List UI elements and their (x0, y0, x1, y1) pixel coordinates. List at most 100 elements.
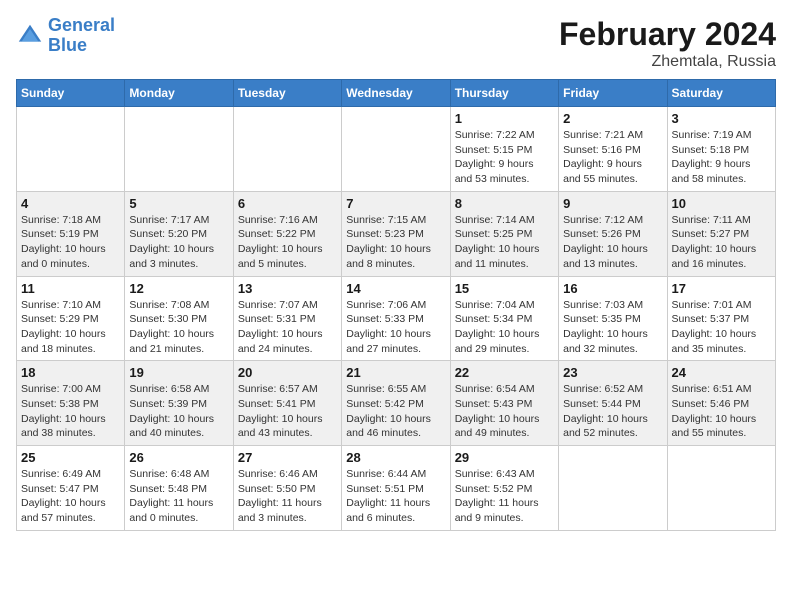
day-info: Sunrise: 7:11 AMSunset: 5:27 PMDaylight:… (672, 213, 771, 272)
calendar-cell: 15 Sunrise: 7:04 AMSunset: 5:34 PMDayligh… (450, 276, 558, 361)
day-info: Sunrise: 6:43 AMSunset: 5:52 PMDaylight:… (455, 467, 554, 526)
calendar-cell: 20 Sunrise: 6:57 AMSunset: 5:41 PMDayligh… (233, 361, 341, 446)
day-info: Sunrise: 6:55 AMSunset: 5:42 PMDaylight:… (346, 382, 445, 441)
calendar-cell: 28 Sunrise: 6:44 AMSunset: 5:51 PMDayligh… (342, 446, 450, 531)
day-number: 27 (238, 450, 337, 465)
calendar-cell (233, 107, 341, 192)
day-number: 20 (238, 365, 337, 380)
day-info: Sunrise: 7:16 AMSunset: 5:22 PMDaylight:… (238, 213, 337, 272)
month-title: February 2024 (559, 16, 776, 53)
day-number: 18 (21, 365, 120, 380)
calendar-cell (559, 446, 667, 531)
day-info: Sunrise: 7:15 AMSunset: 5:23 PMDaylight:… (346, 213, 445, 272)
day-number: 2 (563, 111, 662, 126)
day-info: Sunrise: 7:04 AMSunset: 5:34 PMDaylight:… (455, 298, 554, 357)
calendar-cell (17, 107, 125, 192)
calendar-cell: 11 Sunrise: 7:10 AMSunset: 5:29 PMDayligh… (17, 276, 125, 361)
calendar-cell: 21 Sunrise: 6:55 AMSunset: 5:42 PMDayligh… (342, 361, 450, 446)
day-number: 15 (455, 281, 554, 296)
day-info: Sunrise: 7:18 AMSunset: 5:19 PMDaylight:… (21, 213, 120, 272)
calendar-cell: 3 Sunrise: 7:19 AMSunset: 5:18 PMDaylight… (667, 107, 775, 192)
day-number: 8 (455, 196, 554, 211)
day-number: 29 (455, 450, 554, 465)
day-number: 22 (455, 365, 554, 380)
day-info: Sunrise: 7:06 AMSunset: 5:33 PMDaylight:… (346, 298, 445, 357)
day-number: 14 (346, 281, 445, 296)
day-number: 1 (455, 111, 554, 126)
calendar-cell: 8 Sunrise: 7:14 AMSunset: 5:25 PMDaylight… (450, 191, 558, 276)
calendar-cell: 23 Sunrise: 6:52 AMSunset: 5:44 PMDayligh… (559, 361, 667, 446)
logo-text: General Blue (48, 16, 115, 56)
week-row-2: 4 Sunrise: 7:18 AMSunset: 5:19 PMDaylight… (17, 191, 776, 276)
week-row-1: 1 Sunrise: 7:22 AMSunset: 5:15 PMDaylight… (17, 107, 776, 192)
day-info: Sunrise: 7:10 AMSunset: 5:29 PMDaylight:… (21, 298, 120, 357)
calendar-cell: 6 Sunrise: 7:16 AMSunset: 5:22 PMDaylight… (233, 191, 341, 276)
calendar-cell: 7 Sunrise: 7:15 AMSunset: 5:23 PMDaylight… (342, 191, 450, 276)
day-info: Sunrise: 6:57 AMSunset: 5:41 PMDaylight:… (238, 382, 337, 441)
day-number: 28 (346, 450, 445, 465)
day-info: Sunrise: 6:48 AMSunset: 5:48 PMDaylight:… (129, 467, 228, 526)
day-number: 13 (238, 281, 337, 296)
day-number: 23 (563, 365, 662, 380)
day-info: Sunrise: 7:22 AMSunset: 5:15 PMDaylight:… (455, 128, 554, 187)
weekday-header-wednesday: Wednesday (342, 80, 450, 107)
logo: General Blue (16, 16, 115, 56)
day-info: Sunrise: 7:17 AMSunset: 5:20 PMDaylight:… (129, 213, 228, 272)
calendar-cell: 26 Sunrise: 6:48 AMSunset: 5:48 PMDayligh… (125, 446, 233, 531)
calendar-cell: 22Sunrise: 6:54 AMSunset: 5:43 PMDayligh… (450, 361, 558, 446)
calendar-cell: 27 Sunrise: 6:46 AMSunset: 5:50 PMDayligh… (233, 446, 341, 531)
calendar-cell: 5 Sunrise: 7:17 AMSunset: 5:20 PMDaylight… (125, 191, 233, 276)
day-number: 25 (21, 450, 120, 465)
day-number: 9 (563, 196, 662, 211)
day-number: 21 (346, 365, 445, 380)
calendar-cell: 25 Sunrise: 6:49 AMSunset: 5:47 PMDayligh… (17, 446, 125, 531)
day-info: Sunrise: 7:08 AMSunset: 5:30 PMDaylight:… (129, 298, 228, 357)
calendar-cell: 10 Sunrise: 7:11 AMSunset: 5:27 PMDayligh… (667, 191, 775, 276)
weekday-header-monday: Monday (125, 80, 233, 107)
calendar-cell: 14 Sunrise: 7:06 AMSunset: 5:33 PMDayligh… (342, 276, 450, 361)
calendar-cell: 4 Sunrise: 7:18 AMSunset: 5:19 PMDaylight… (17, 191, 125, 276)
day-info: Sunrise: 6:49 AMSunset: 5:47 PMDaylight:… (21, 467, 120, 526)
calendar-cell (342, 107, 450, 192)
calendar-cell: 29 Sunrise: 6:43 AMSunset: 5:52 PMDayligh… (450, 446, 558, 531)
calendar-cell: 24Sunrise: 6:51 AMSunset: 5:46 PMDayligh… (667, 361, 775, 446)
weekday-header-sunday: Sunday (17, 80, 125, 107)
day-number: 6 (238, 196, 337, 211)
calendar-cell: 13 Sunrise: 7:07 AMSunset: 5:31 PMDayligh… (233, 276, 341, 361)
calendar-cell: 1 Sunrise: 7:22 AMSunset: 5:15 PMDaylight… (450, 107, 558, 192)
day-number: 24 (672, 365, 771, 380)
calendar-cell: 17Sunrise: 7:01 AMSunset: 5:37 PMDayligh… (667, 276, 775, 361)
week-row-3: 11 Sunrise: 7:10 AMSunset: 5:29 PMDayligh… (17, 276, 776, 361)
calendar-cell: 18 Sunrise: 7:00 AMSunset: 5:38 PMDayligh… (17, 361, 125, 446)
page-header: General Blue February 2024 Zhemtala, Rus… (16, 16, 776, 71)
day-number: 26 (129, 450, 228, 465)
weekday-header-row: SundayMondayTuesdayWednesdayThursdayFrid… (17, 80, 776, 107)
calendar-cell: 16Sunrise: 7:03 AMSunset: 5:35 PMDayligh… (559, 276, 667, 361)
day-info: Sunrise: 7:14 AMSunset: 5:25 PMDaylight:… (455, 213, 554, 272)
calendar-cell: 2 Sunrise: 7:21 AMSunset: 5:16 PMDaylight… (559, 107, 667, 192)
day-number: 3 (672, 111, 771, 126)
day-number: 7 (346, 196, 445, 211)
day-number: 4 (21, 196, 120, 211)
day-info: Sunrise: 7:07 AMSunset: 5:31 PMDaylight:… (238, 298, 337, 357)
day-info: Sunrise: 6:44 AMSunset: 5:51 PMDaylight:… (346, 467, 445, 526)
location: Zhemtala, Russia (559, 53, 776, 71)
calendar-table: SundayMondayTuesdayWednesdayThursdayFrid… (16, 79, 776, 531)
day-info: Sunrise: 7:00 AMSunset: 5:38 PMDaylight:… (21, 382, 120, 441)
day-number: 12 (129, 281, 228, 296)
day-info: Sunrise: 6:46 AMSunset: 5:50 PMDaylight:… (238, 467, 337, 526)
day-info: Sunrise: 6:52 AMSunset: 5:44 PMDaylight:… (563, 382, 662, 441)
calendar-cell (125, 107, 233, 192)
weekday-header-saturday: Saturday (667, 80, 775, 107)
day-info: Sunrise: 7:19 AMSunset: 5:18 PMDaylight:… (672, 128, 771, 187)
day-info: Sunrise: 7:12 AMSunset: 5:26 PMDaylight:… (563, 213, 662, 272)
day-number: 11 (21, 281, 120, 296)
day-number: 19 (129, 365, 228, 380)
logo-icon (16, 22, 44, 50)
day-info: Sunrise: 6:58 AMSunset: 5:39 PMDaylight:… (129, 382, 228, 441)
day-number: 5 (129, 196, 228, 211)
day-info: Sunrise: 7:21 AMSunset: 5:16 PMDaylight:… (563, 128, 662, 187)
day-number: 16 (563, 281, 662, 296)
day-number: 10 (672, 196, 771, 211)
week-row-5: 25 Sunrise: 6:49 AMSunset: 5:47 PMDayligh… (17, 446, 776, 531)
